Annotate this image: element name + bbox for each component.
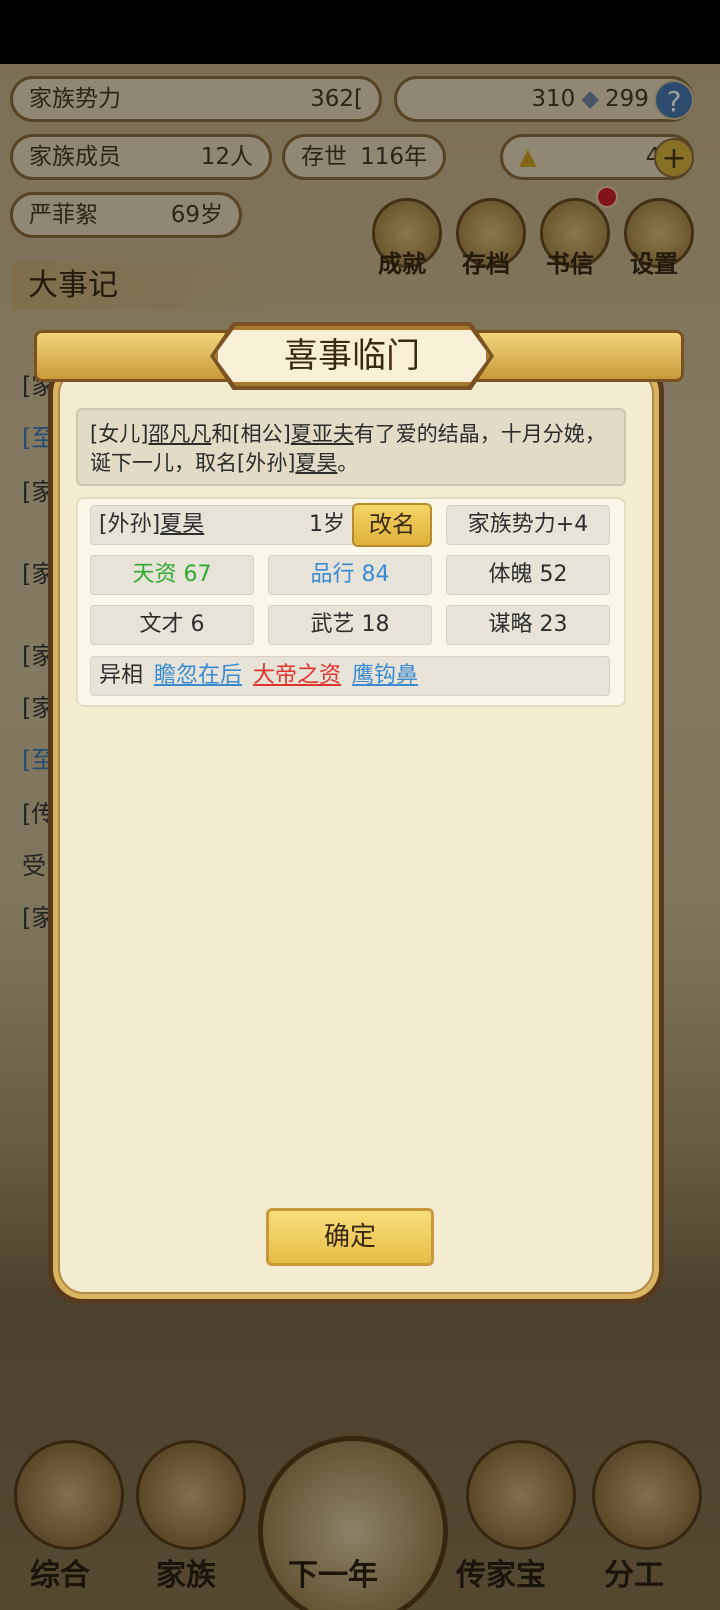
status-bar xyxy=(0,0,720,64)
desc-text: [女儿] xyxy=(90,422,149,446)
desc-text: 。 xyxy=(337,451,359,475)
rename-button[interactable]: 改名 xyxy=(352,503,432,547)
confirm-button[interactable]: 确定 xyxy=(266,1208,434,1266)
mother-name-link[interactable]: 邵凡凡 xyxy=(148,422,211,446)
stat-strategy: 谋略 23 xyxy=(446,605,610,645)
child-name-link[interactable]: 夏昊 xyxy=(295,451,337,475)
desc-text: 和[相公] xyxy=(211,422,291,446)
trait-link[interactable]: 大帝之资 xyxy=(253,663,341,688)
father-name-link[interactable]: 夏亚夫 xyxy=(291,422,354,446)
stat-martial: 武艺 18 xyxy=(268,605,432,645)
stat-talent: 天资 67 xyxy=(90,555,254,595)
stat-literary: 文才 6 xyxy=(90,605,254,645)
stat-conduct: 品行 84 xyxy=(268,555,432,595)
traits-row: 异相 瞻忽在后 大帝之资 鹰钩鼻 xyxy=(90,656,610,696)
child-name[interactable]: 夏昊 xyxy=(160,512,204,537)
dialog-title: 喜事临门 xyxy=(284,336,420,376)
trait-link[interactable]: 鹰钩鼻 xyxy=(352,663,418,688)
trait-link[interactable]: 瞻忽在后 xyxy=(154,663,242,688)
stat-physique: 体魄 52 xyxy=(446,555,610,595)
clan-power-bonus: 家族势力+4 xyxy=(446,505,610,545)
child-name-cell: [外孙]夏昊 1岁 xyxy=(90,505,358,545)
child-relation: [外孙] xyxy=(99,512,161,537)
child-age: 1岁 xyxy=(309,512,345,537)
traits-label: 异相 xyxy=(99,663,144,688)
event-description: [女儿]邵凡凡和[相公]夏亚夫有了爱的结晶，十月分娩，诞下一儿，取名[外孙]夏昊… xyxy=(76,408,626,486)
